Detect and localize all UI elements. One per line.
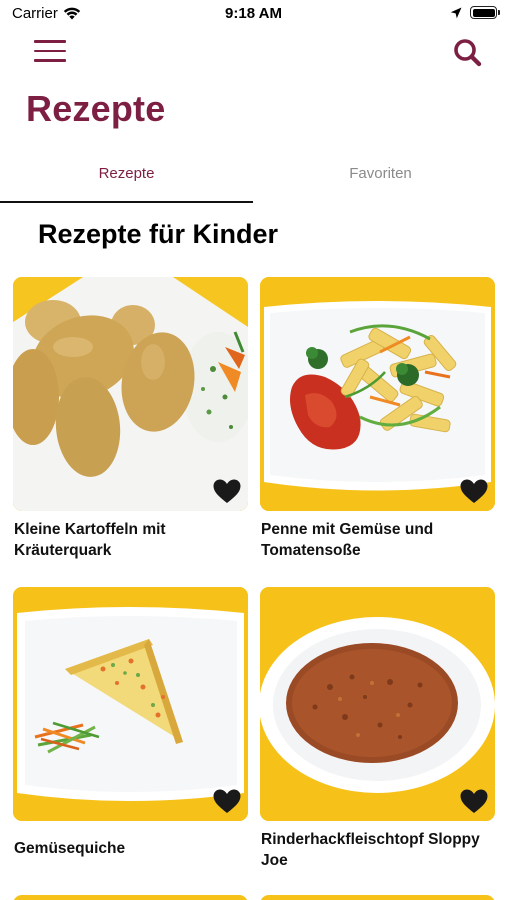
- recipe-title: Penne mit Gemüse und Tomatensoße: [261, 521, 434, 559]
- recipe-card-next-row[interactable]: [260, 895, 495, 900]
- recipe-card[interactable]: Kleine Kartoffeln mit Kräuterquark: [13, 277, 248, 561]
- status-time: 9:18 AM: [225, 5, 282, 22]
- tab-bar: Rezepte Favoriten: [0, 156, 507, 204]
- hamburger-menu-icon[interactable]: [34, 40, 66, 64]
- section-title: Rezepte für Kinder: [38, 219, 279, 249]
- status-bar: Carrier 9:18 AM: [0, 0, 507, 28]
- potatoes-photo: [13, 277, 248, 511]
- location-arrow-icon: [450, 7, 462, 18]
- recipe-photo: [260, 277, 495, 511]
- recipe-card-next-row[interactable]: [13, 895, 248, 900]
- recipe-photo: [13, 587, 248, 821]
- search-icon[interactable]: [451, 36, 485, 70]
- recipe-card[interactable]: Gemüsequiche: [13, 587, 248, 859]
- tab-rezepte[interactable]: Rezepte: [0, 156, 253, 204]
- recipe-title: Rinderhackfleischtopf Sloppy Joe: [261, 831, 480, 869]
- recipe-photo: [13, 277, 248, 511]
- heart-icon[interactable]: [212, 478, 242, 505]
- recipe-card[interactable]: Rinderhackfleischtopf Sloppy Joe: [260, 587, 495, 871]
- recipe-title: Kleine Kartoffeln mit Kräuterquark: [14, 521, 166, 559]
- tab-favoriten[interactable]: Favoriten: [254, 156, 507, 204]
- status-right-group: [450, 6, 500, 19]
- battery-icon: [470, 6, 500, 19]
- navigation-bar: [0, 30, 507, 76]
- recipe-title: Gemüsequiche: [14, 840, 126, 857]
- heart-icon[interactable]: [212, 788, 242, 815]
- quiche-photo: [13, 587, 248, 821]
- heart-icon[interactable]: [459, 788, 489, 815]
- penne-photo: [260, 277, 495, 511]
- page-title: Rezepte: [26, 88, 166, 129]
- recipe-card[interactable]: Penne mit Gemüse und Tomatensoße: [260, 277, 495, 561]
- recipe-photo: [260, 587, 495, 821]
- heart-icon[interactable]: [459, 478, 489, 505]
- stew-photo: [260, 587, 495, 821]
